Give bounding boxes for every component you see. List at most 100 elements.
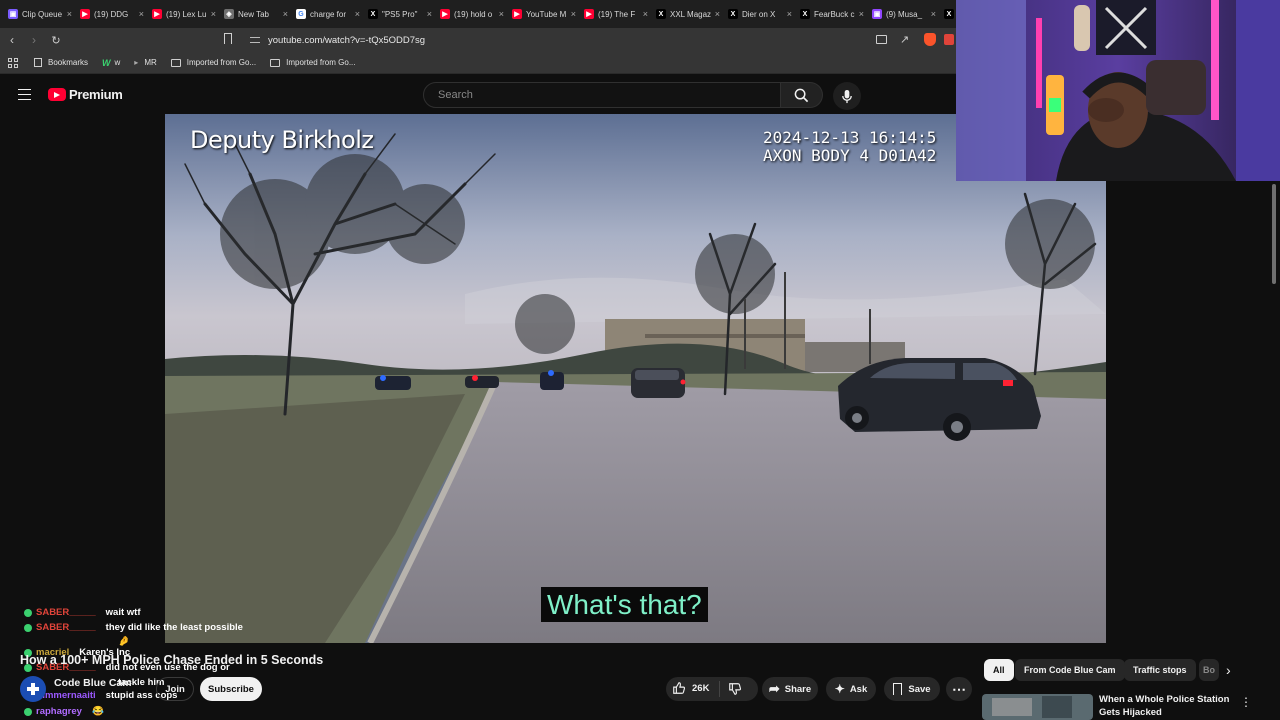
tab-title: "PS5 Pro" bbox=[382, 9, 418, 19]
tab-close-icon[interactable]: × bbox=[427, 9, 432, 19]
tab-close-icon[interactable]: × bbox=[67, 9, 72, 19]
browser-tab[interactable]: X "PS5 Pro" × bbox=[364, 2, 436, 26]
browser-tab[interactable]: ◈ New Tab × bbox=[220, 2, 292, 26]
bookmark-item[interactable]: Imported from Go... bbox=[170, 58, 257, 67]
page-scrollbar[interactable] bbox=[1272, 184, 1276, 284]
tab-close-icon[interactable]: × bbox=[499, 9, 504, 19]
filter-chip[interactable]: From Code Blue Cam bbox=[1015, 659, 1125, 681]
brave-shield-icon[interactable] bbox=[924, 33, 936, 46]
filter-chip[interactable]: All bbox=[984, 659, 1014, 681]
url-text: youtube.com/watch?v=-tQx5ODD7sg bbox=[268, 34, 426, 46]
subscribe-button[interactable]: Subscribe bbox=[200, 677, 262, 701]
related-video-title-line2[interactable]: Gets Hijacked bbox=[1099, 707, 1162, 718]
site-info-icon[interactable] bbox=[250, 37, 260, 43]
extension-icon[interactable] bbox=[944, 34, 954, 45]
share-button[interactable]: ➦ Share bbox=[762, 677, 818, 701]
browser-tab[interactable]: ▣ Clip Queue × bbox=[4, 2, 76, 26]
browser-tab[interactable]: Gcharge for × bbox=[292, 2, 364, 26]
chat-text: they did like the least possible bbox=[105, 622, 243, 633]
browser-tab[interactable]: ▶ (19) Lex Lu × bbox=[148, 2, 220, 26]
tab-favicon-icon: ▣ bbox=[8, 9, 18, 19]
video-player[interactable]: Deputy Birkholz 2024-12-13 16:14:5 AXON … bbox=[165, 114, 1106, 643]
browser-tab[interactable]: ▶ (19) hold o × bbox=[436, 2, 508, 26]
like-button[interactable]: 26K bbox=[672, 681, 709, 695]
tab-title: (19) hold o bbox=[454, 9, 493, 19]
forward-icon[interactable]: › bbox=[24, 30, 44, 50]
chat-username: raphagrey bbox=[36, 706, 82, 717]
reload-icon[interactable]: ↻ bbox=[46, 30, 66, 50]
cast-icon[interactable] bbox=[876, 35, 887, 44]
video-title: How a 100+ MPH Police Chase Ended in 5 S… bbox=[20, 653, 324, 667]
tab-title: charge for bbox=[310, 9, 347, 19]
streamer-webcam bbox=[956, 0, 1280, 181]
bookmark-item[interactable]: Imported from Go... bbox=[270, 58, 355, 67]
tab-close-icon[interactable]: × bbox=[931, 9, 936, 19]
bookmark-page-icon[interactable] bbox=[224, 33, 232, 44]
join-button[interactable]: Join bbox=[156, 677, 194, 701]
ask-button[interactable]: ✦ Ask bbox=[826, 677, 876, 701]
tab-close-icon[interactable]: × bbox=[211, 9, 216, 19]
tab-title: (19) DDG bbox=[94, 9, 129, 19]
filter-chip[interactable]: Bo bbox=[1199, 659, 1219, 681]
youtube-logo-text: Premium bbox=[69, 87, 123, 102]
chat-text: 😂 bbox=[91, 706, 104, 717]
share-icon: ➦ bbox=[768, 681, 780, 696]
dislike-button[interactable] bbox=[728, 682, 742, 701]
youtube-logo[interactable]: Premium bbox=[48, 87, 123, 102]
tab-close-icon[interactable]: × bbox=[571, 9, 576, 19]
tab-close-icon[interactable]: × bbox=[715, 9, 720, 19]
voice-search-button[interactable] bbox=[833, 82, 861, 110]
tab-close-icon[interactable]: × bbox=[355, 9, 360, 19]
tab-title: XXL Magaz bbox=[670, 9, 712, 19]
bookmark-item[interactable]: Bookmarks bbox=[34, 58, 88, 67]
bookmark-label: Imported from Go... bbox=[186, 58, 257, 67]
menu-icon[interactable] bbox=[18, 89, 31, 100]
search-button[interactable] bbox=[781, 82, 823, 108]
tab-title: Clip Queue bbox=[22, 9, 63, 19]
browser-tab[interactable]: X XXL Magaz × bbox=[652, 2, 724, 26]
tab-close-icon[interactable]: × bbox=[139, 9, 144, 19]
bookmark-item[interactable]: ▸ MR bbox=[134, 58, 156, 67]
save-label: Save bbox=[908, 683, 931, 695]
related-video-title-line1[interactable]: When a Whole Police Station bbox=[1099, 694, 1229, 705]
browser-tab[interactable]: X Dier on X × bbox=[724, 2, 796, 26]
browser-tab[interactable]: ▣ (9) Musa_ × bbox=[868, 2, 940, 26]
browser-tab[interactable]: ▶ (19) The F × bbox=[580, 2, 652, 26]
search-input[interactable]: Search bbox=[423, 82, 781, 108]
chat-text: wait wtf bbox=[105, 607, 141, 618]
tab-title: (9) Musa_ bbox=[886, 9, 923, 19]
filter-chip[interactable]: Traffic stops bbox=[1124, 659, 1196, 681]
tab-close-icon[interactable]: × bbox=[643, 9, 648, 19]
chips-next-icon[interactable]: › bbox=[1226, 662, 1231, 678]
browser-tab[interactable]: ▶ (19) DDG × bbox=[76, 2, 148, 26]
bookmark-label: w bbox=[114, 58, 121, 67]
bookmark-label: Imported from Go... bbox=[286, 58, 356, 67]
url-field[interactable]: youtube.com/watch?v=-tQx5ODD7sg bbox=[240, 31, 960, 49]
tab-title: Dier on X bbox=[742, 9, 776, 19]
channel-name[interactable]: Code Blue Cam bbox=[54, 677, 132, 689]
back-icon[interactable]: ‹ bbox=[2, 30, 22, 50]
browser-tab[interactable]: ▶ YouTube M × bbox=[508, 2, 580, 26]
related-video-thumbnail[interactable] bbox=[982, 694, 1093, 720]
tab-favicon-icon: X bbox=[800, 9, 810, 19]
apps-grid-icon[interactable] bbox=[8, 57, 18, 68]
chat-username: SABER_____ bbox=[36, 607, 96, 618]
tab-close-icon[interactable]: × bbox=[283, 9, 288, 19]
tab-close-icon[interactable]: × bbox=[859, 9, 864, 19]
save-button[interactable]: Save bbox=[884, 677, 940, 701]
chat-username: SABER_____ bbox=[36, 622, 96, 633]
browser-tab[interactable]: X FearBuck c × bbox=[796, 2, 868, 26]
device-overlay: AXON BODY 4 D01A42 bbox=[763, 146, 937, 165]
bookmark-label: MR bbox=[144, 58, 157, 67]
more-actions-button[interactable]: ⋯ bbox=[946, 677, 972, 701]
folder-icon bbox=[270, 58, 281, 67]
chat-text: 🤌 bbox=[118, 636, 130, 647]
timestamp-overlay: 2024-12-13 16:14:5 bbox=[763, 128, 937, 147]
share-page-icon[interactable]: ↗ bbox=[900, 33, 909, 46]
bookmark-item[interactable]: Ww bbox=[102, 58, 120, 68]
tab-favicon-icon: ▶ bbox=[512, 9, 522, 19]
related-more-icon[interactable]: ⋮ bbox=[1240, 695, 1252, 709]
channel-avatar[interactable] bbox=[20, 676, 46, 702]
tab-title: (19) The F bbox=[598, 9, 636, 19]
tab-close-icon[interactable]: × bbox=[787, 9, 792, 19]
